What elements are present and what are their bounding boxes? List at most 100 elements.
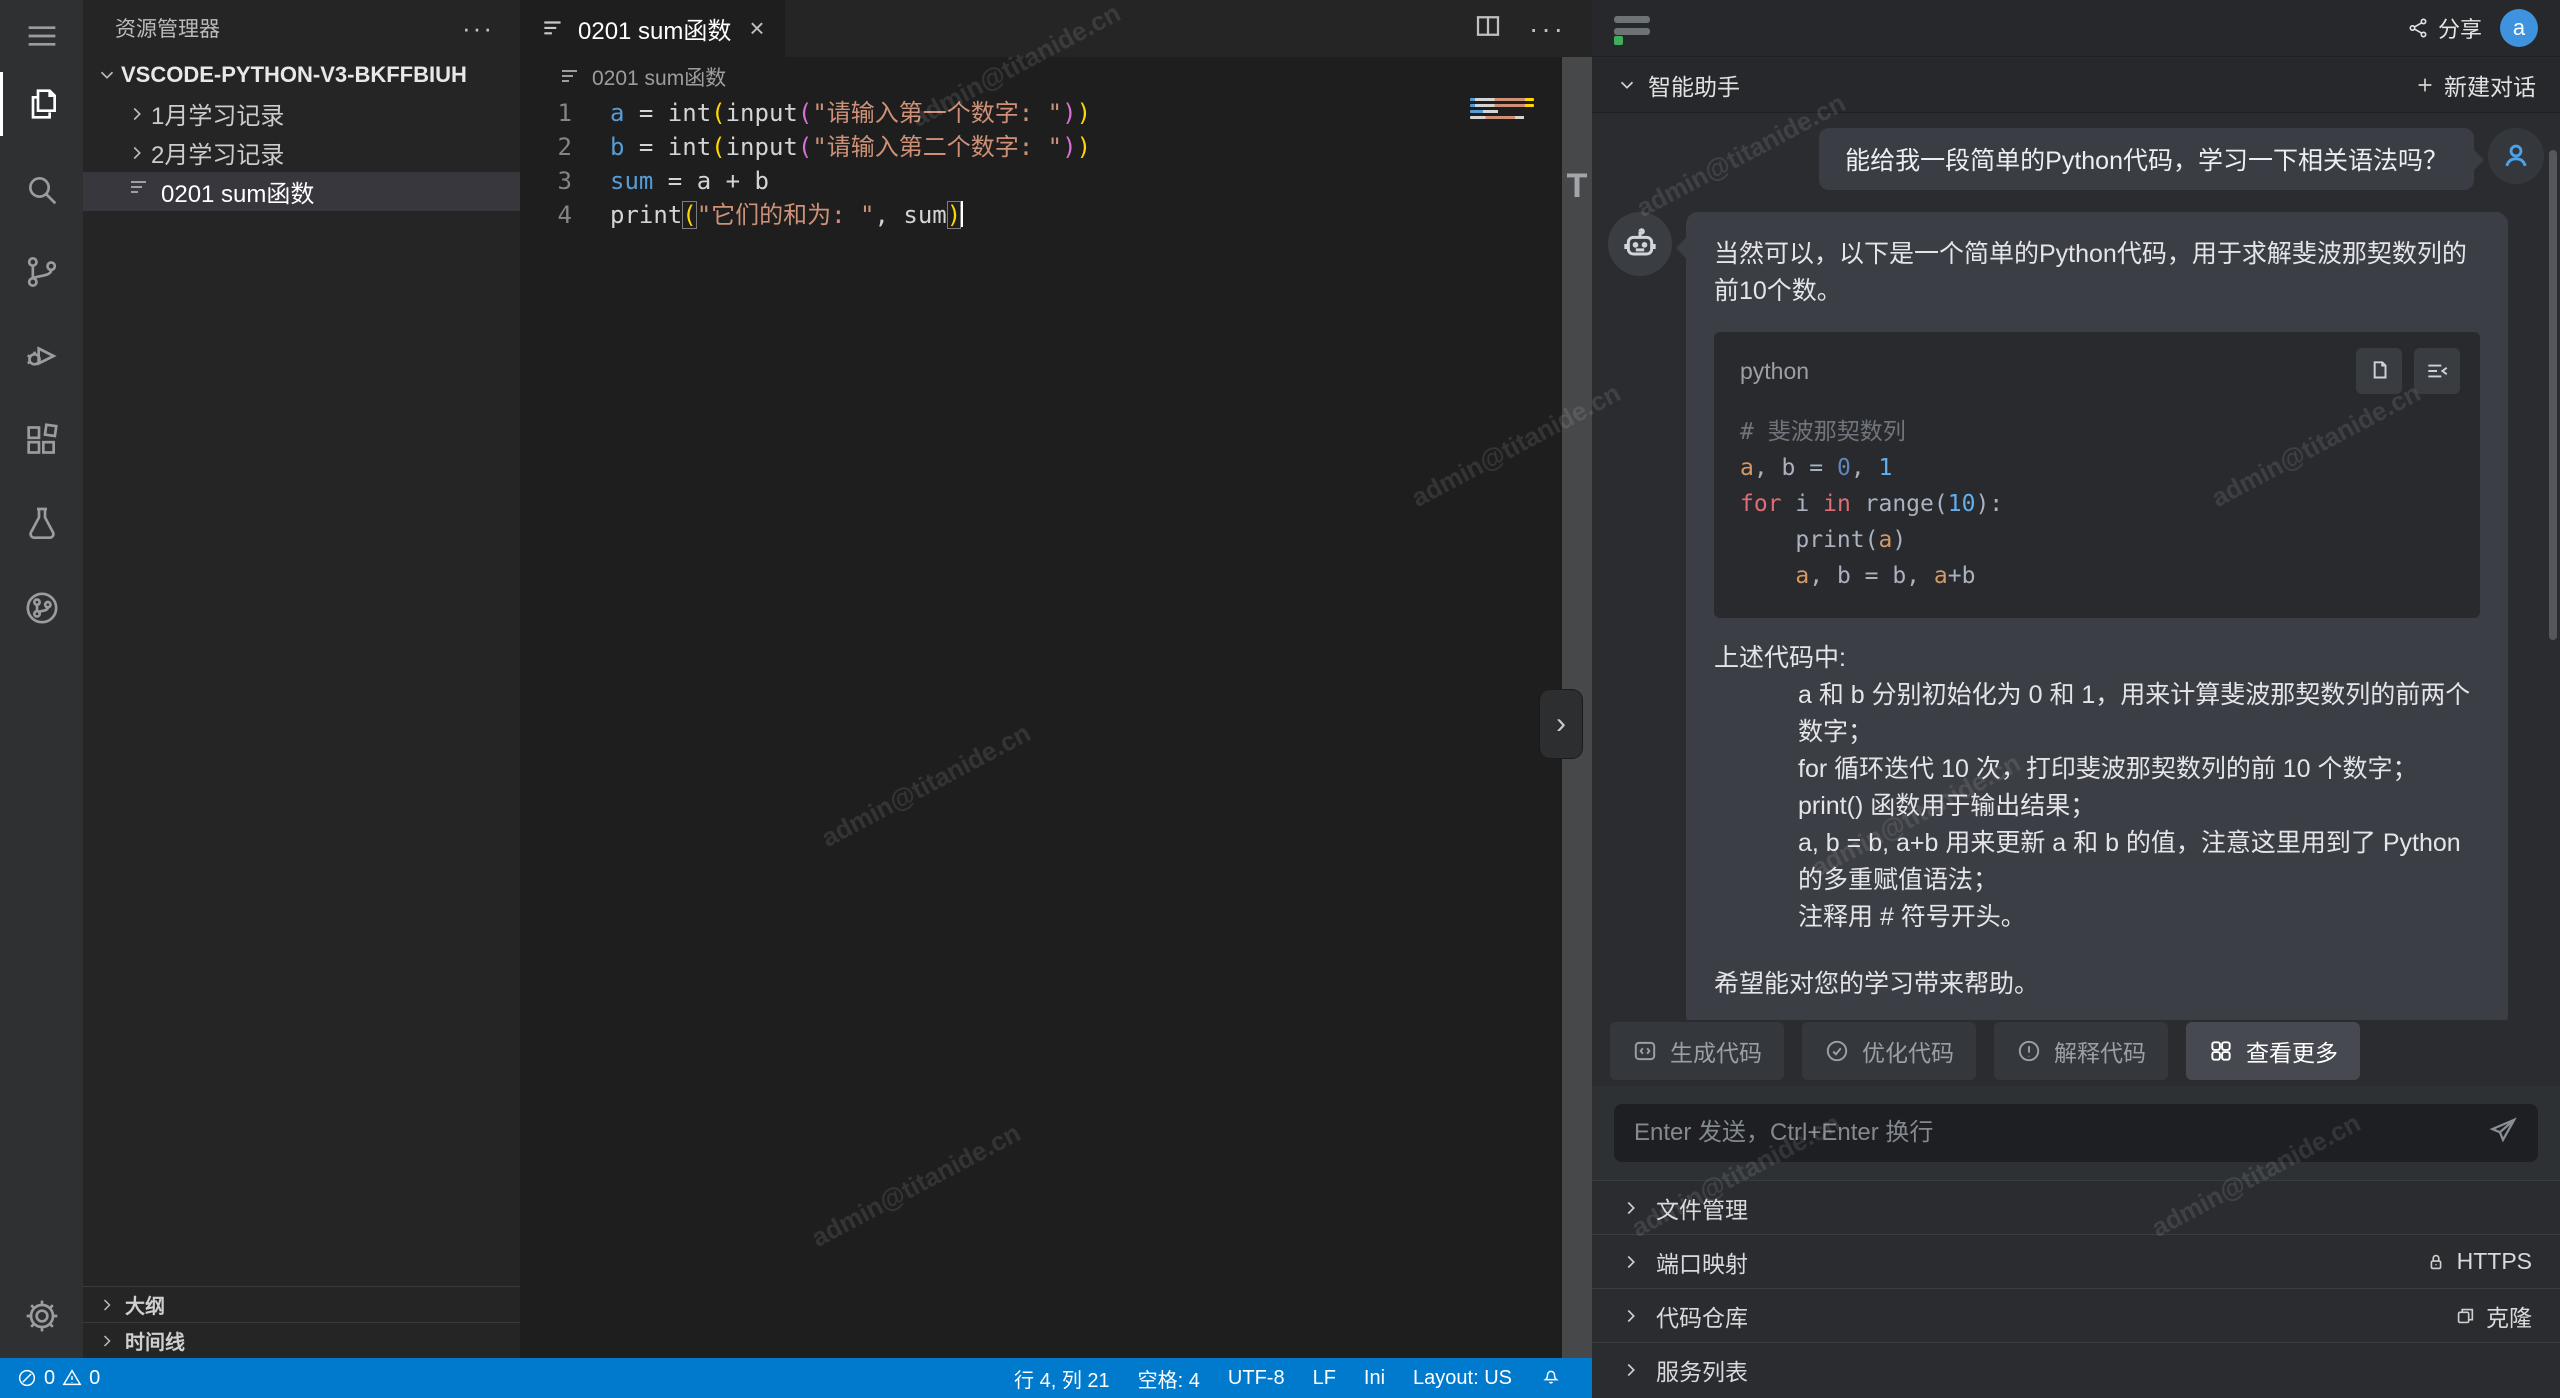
exclaim-circle-icon [2016,1038,2042,1064]
panel-menu-icon[interactable] [1614,11,1654,45]
new-chat-button[interactable]: 新建对话 [2414,68,2536,102]
remote-explorer-icon[interactable] [0,576,83,640]
tab-bar: 0201 sum函数 × ··· [520,0,1592,57]
run-debug-icon[interactable] [0,324,83,388]
chat-input[interactable] [1634,1119,2488,1147]
new-chat-label: 新建对话 [2444,68,2536,102]
menu-icon[interactable] [0,4,83,68]
chevron-down-icon [93,64,121,86]
chevron-right-icon [97,1331,117,1351]
tree-root-folder[interactable]: VSCODE-PYTHON-V3-BKFFBIUH [83,56,520,94]
panel-expand-button[interactable]: › [1540,690,1582,758]
chevron-right-icon [97,1295,117,1315]
cursor-position[interactable]: 行 4, 列 21 [1000,1364,1124,1393]
section-file-manager[interactable]: 文件管理 [1592,1180,2560,1234]
share-label: 分享 [2438,12,2482,44]
explain-code-button[interactable]: 解释代码 [1994,1022,2168,1080]
https-badge[interactable]: HTTPS [2425,1248,2532,1275]
assistant-code-body[interactable]: # 斐波那契数列a, b = 0, 1for i in range(10): p… [1714,400,2480,618]
extensions-icon[interactable] [0,408,83,472]
section-service-list[interactable]: 服务列表 [1592,1342,2560,1396]
explanation: 上述代码中: a 和 b 分别初始化为 0 和 1，用来计算斐波那契数列的前两个… [1714,640,2480,936]
user-message-row: 能给我一段简单的Python代码，学习一下相关语法吗？ [1608,128,2544,190]
breadcrumb[interactable]: 0201 sum函数 [558,62,726,92]
send-icon[interactable] [2488,1116,2518,1151]
minimap[interactable] [1470,98,1534,122]
panel-scrollbar[interactable] [2549,150,2557,640]
app-window: 资源管理器 ··· VSCODE-PYTHON-V3-BKFFBIUH 1月学习… [0,0,2560,1398]
sidebar-more-icon[interactable]: ··· [462,13,494,44]
user-chat-avatar [2488,128,2544,184]
plus-icon [2414,74,2436,96]
explorer-icon[interactable] [0,72,83,136]
search-icon[interactable] [0,158,83,222]
closing-text: 希望能对您的学习带来帮助。 [1714,966,2480,1003]
tab-sum[interactable]: 0201 sum函数 × [520,0,785,57]
chevron-right-icon [1620,1359,1642,1381]
minimap-letter: T [1562,167,1592,206]
breadcrumb-label: 0201 sum函数 [592,62,726,92]
timeline-section[interactable]: 时间线 [83,1322,520,1358]
eol[interactable]: LF [1299,1367,1350,1390]
chevron-right-icon [123,103,151,125]
chat-input-box[interactable] [1614,1104,2538,1162]
outline-label: 大纲 [125,1290,165,1319]
editor-more-icon[interactable]: ··· [1529,13,1566,45]
explain-list: a 和 b 分别初始化为 0 和 1，用来计算斐波那契数列的前两个数字；for … [1714,677,2480,936]
problems-indicator[interactable]: 0 0 [16,1367,100,1390]
outline-section[interactable]: 大纲 [83,1286,520,1322]
quick-actions: 生成代码 优化代码 解释代码 查看更多 [1610,1022,2360,1080]
section-code-repo[interactable]: 代码仓库 克隆 [1592,1288,2560,1342]
chevron-down-icon [1616,74,1638,96]
user-avatar[interactable]: a [2500,9,2538,47]
generate-code-button[interactable]: 生成代码 [1610,1022,1784,1080]
activity-bar [0,0,83,1358]
source-control-icon[interactable] [0,240,83,304]
share-button[interactable]: 分享 [2406,12,2482,44]
chevron-right-icon [1620,1305,1642,1327]
sidebar-item-folder1[interactable]: 1月学习记录 [83,94,520,133]
settings-gear-icon[interactable] [0,1284,83,1348]
tab-close-icon[interactable]: × [749,13,764,44]
section-port-mapping[interactable]: 端口映射 HTTPS [1592,1234,2560,1288]
optimize-code-button[interactable]: 优化代码 [1802,1022,1976,1080]
view-more-button[interactable]: 查看更多 [2186,1022,2360,1080]
insert-code-button[interactable] [2414,348,2460,394]
assistant-message-row: 当然可以，以下是一个简单的Python代码，用于求解斐波那契数列的前10个数。 … [1608,212,2544,1020]
folder2-label: 2月学习记录 [151,135,284,170]
encoding[interactable]: UTF-8 [1214,1367,1299,1390]
explanation-title: 上述代码中: [1714,640,2480,677]
explain-item: a, b = b, a+b 用来更新 a 和 b 的值，注意这里用到了 Pyth… [1714,825,2480,899]
robot-avatar-icon [1608,212,1672,276]
copy-code-button[interactable] [2356,348,2402,394]
notifications-bell-icon[interactable] [1526,1364,1576,1392]
assistant-code-block: python # 斐波那契数列a, b = 0, 1for i in range… [1714,332,2480,618]
timeline-label: 时间线 [125,1326,185,1355]
sidebar-title: 资源管理器 [115,13,220,43]
editor-code[interactable]: 1a = int(input("请输入第一个数字: "))2b = int(in… [520,96,1544,232]
file-icon [558,65,582,89]
clone-icon [2454,1305,2476,1327]
file-icon [127,176,161,207]
language-mode[interactable]: Ini [1350,1367,1399,1390]
assistant-collapse[interactable]: 智能助手 [1616,68,1740,102]
sidebar-item-folder2[interactable]: 2月学习记录 [83,133,520,172]
testing-icon[interactable] [0,492,83,556]
chat-area: 能给我一段简单的Python代码，学习一下相关语法吗？ 当然可以，以下是一个简单… [1592,114,2560,1020]
indentation[interactable]: 空格: 4 [1124,1364,1214,1393]
explorer-sidebar: 资源管理器 ··· VSCODE-PYTHON-V3-BKFFBIUH 1月学习… [83,0,520,1358]
keyboard-layout[interactable]: Layout: US [1399,1367,1526,1390]
warning-count: 0 [89,1367,100,1390]
sidebar-item-file-sum[interactable]: 0201 sum函数 [83,172,520,211]
panel-topbar: 分享 a [1592,0,2560,57]
folder1-label: 1月学习记录 [151,96,284,131]
check-circle-icon [1824,1038,1850,1064]
grid-icon [2208,1038,2234,1064]
clone-button[interactable]: 克隆 [2454,1299,2532,1333]
split-editor-icon[interactable] [1473,11,1503,46]
explain-item: 注释用 # 符号开头。 [1714,899,2480,936]
error-icon [16,1367,38,1389]
panel-sections: 文件管理 端口映射 HTTPS 代码仓库 [1592,1180,2560,1398]
file-icon [540,16,566,42]
editor-group: 0201 sum函数 × ··· 0201 sum函数 1a = int(inp… [520,0,1592,1358]
